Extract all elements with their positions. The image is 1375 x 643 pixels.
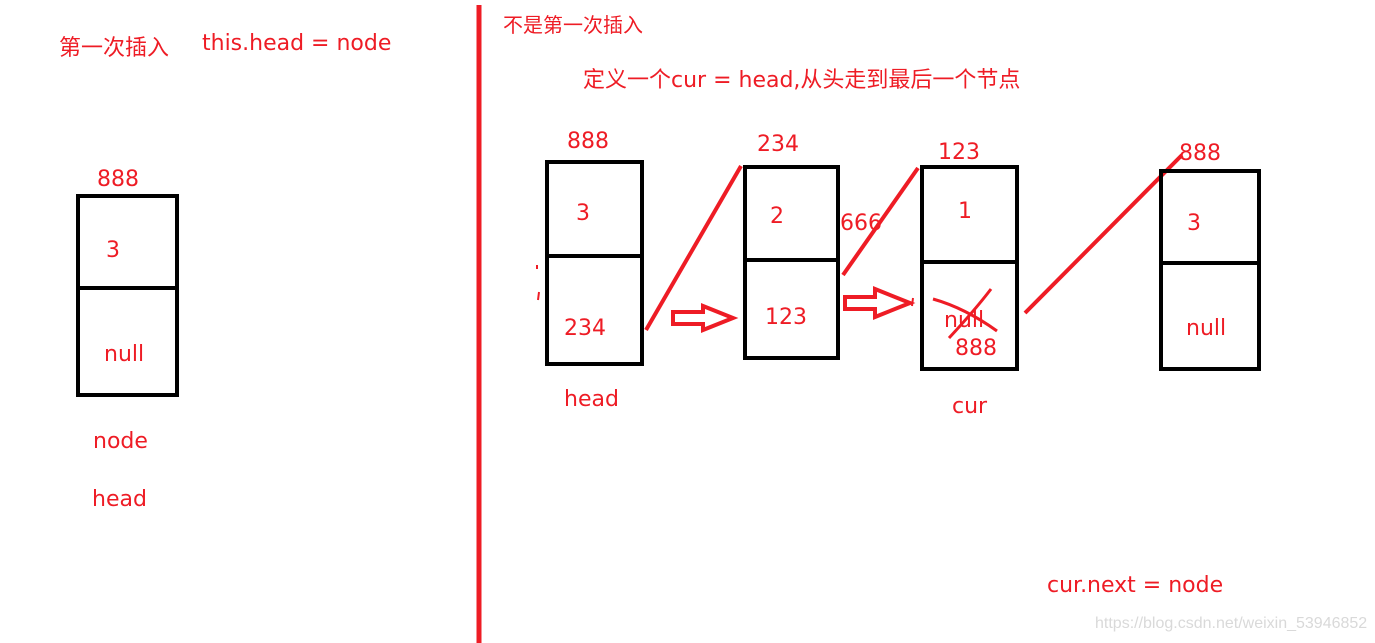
node3-next-old-crossed: null bbox=[944, 308, 985, 333]
node-value: 3 bbox=[106, 238, 120, 263]
head-label: head bbox=[92, 487, 147, 512]
node2-value: 2 bbox=[770, 204, 784, 229]
traverse-arrow-icon bbox=[843, 286, 916, 320]
cur-pointer-label: cur bbox=[952, 394, 988, 419]
append-code: cur.next = node bbox=[1047, 573, 1224, 598]
node-next: null bbox=[104, 342, 145, 367]
node1-address: 888 bbox=[567, 129, 609, 154]
traverse-arrow-icon bbox=[671, 303, 739, 333]
stray-mark bbox=[911, 297, 914, 307]
node1-next: 234 bbox=[564, 316, 606, 341]
node-address: 888 bbox=[97, 167, 139, 192]
not-first-insert-title: 不是第一次插入 bbox=[503, 13, 643, 37]
node2-address: 234 bbox=[757, 132, 799, 157]
node3-value: 1 bbox=[958, 199, 972, 224]
node-divider bbox=[80, 286, 175, 290]
node4-next: null bbox=[1186, 316, 1227, 341]
watermark: https://blog.csdn.net/weixin_53946852 bbox=[1095, 615, 1368, 632]
node-divider bbox=[1163, 261, 1257, 265]
node4-address: 888 bbox=[1179, 141, 1221, 166]
node-label: node bbox=[93, 429, 148, 454]
head-pointer-label: head bbox=[564, 387, 619, 412]
first-insert-code: this.head = node bbox=[202, 31, 392, 56]
node3-next-new: 888 bbox=[955, 336, 997, 361]
node-divider bbox=[549, 254, 640, 258]
node3-address: 123 bbox=[938, 140, 980, 165]
node1-value: 3 bbox=[576, 201, 590, 226]
link-line-node1-to-node2 bbox=[644, 164, 743, 332]
list-node-2 bbox=[743, 165, 840, 360]
stray-mark bbox=[537, 291, 540, 301]
first-insert-title: 第一次插入 bbox=[59, 36, 170, 61]
node4-value: 3 bbox=[1187, 211, 1201, 236]
node2-next: 123 bbox=[765, 305, 807, 330]
node-divider bbox=[747, 258, 836, 262]
node-divider bbox=[924, 260, 1015, 264]
traverse-description: 定义一个cur = head,从头走到最后一个节点 bbox=[583, 68, 1021, 93]
node2-side-note: 666 bbox=[840, 211, 882, 236]
